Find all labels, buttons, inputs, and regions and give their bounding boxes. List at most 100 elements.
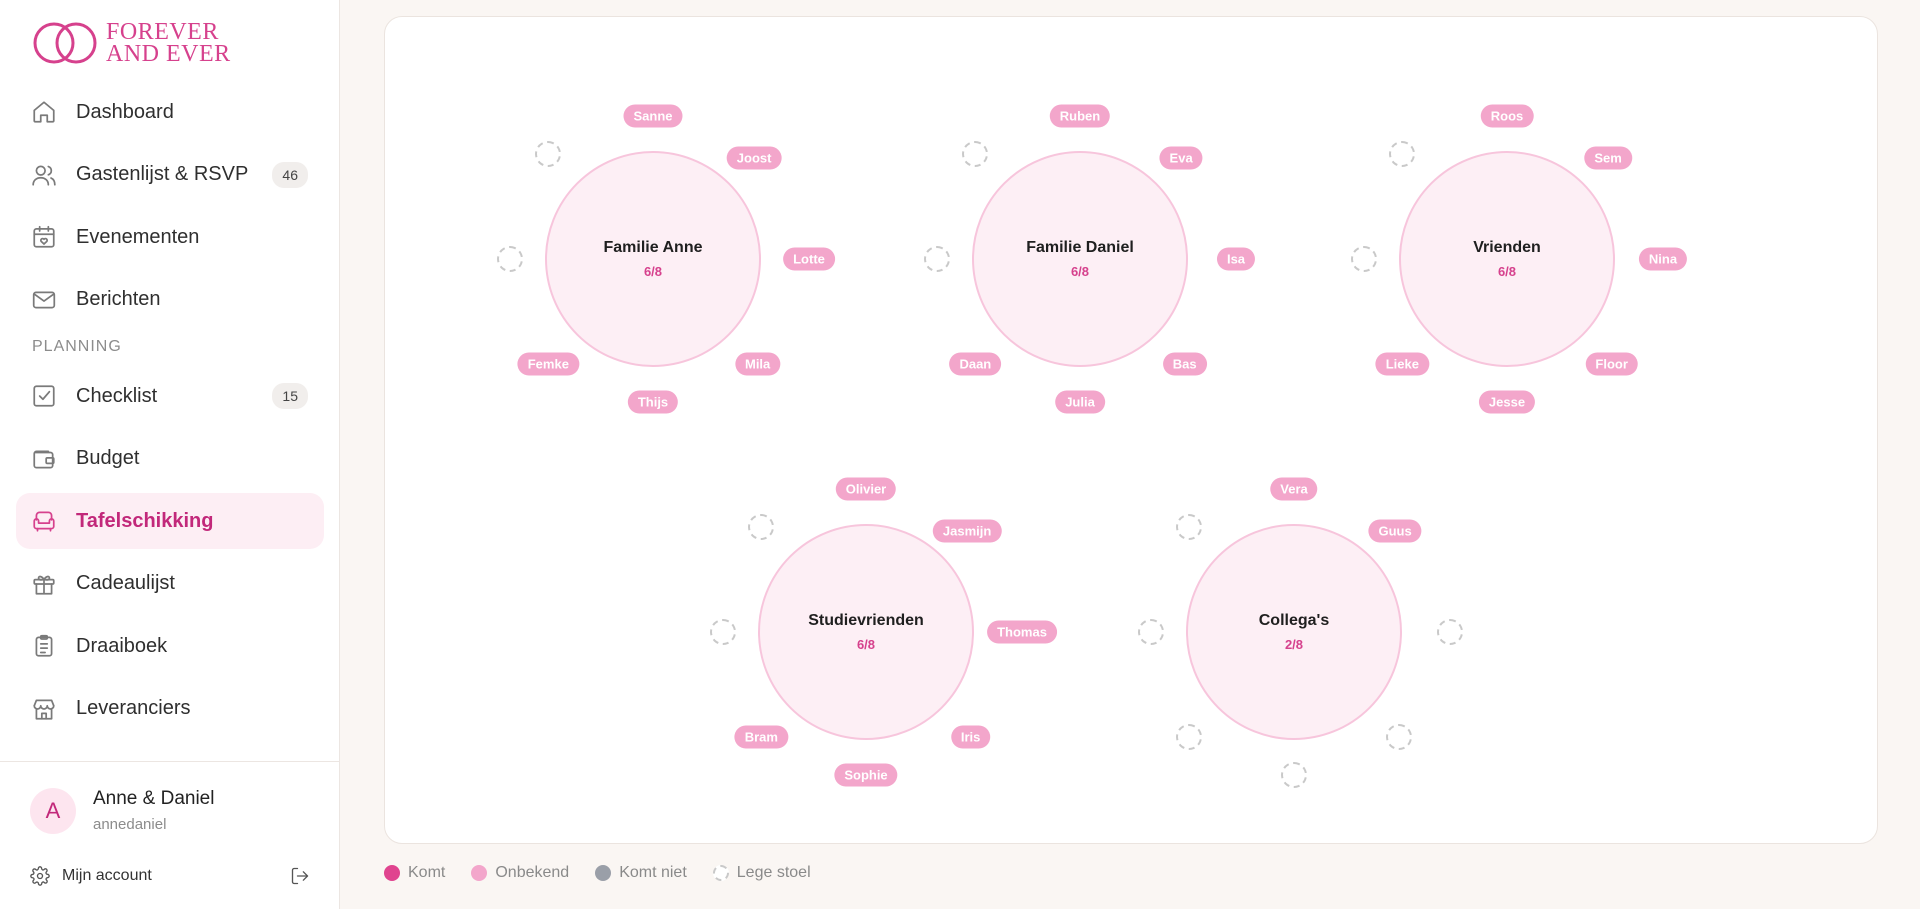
table-name: Studievrienden: [808, 612, 924, 629]
gear-icon: [30, 866, 50, 886]
user-name: Anne & Daniel: [93, 788, 215, 809]
brand-line-1: FOREVER: [106, 19, 219, 45]
nav-item-vendors[interactable]: Leveranciers: [16, 681, 324, 737]
seating-table[interactable]: Familie Daniel 6/8: [972, 151, 1188, 367]
empty-seat[interactable]: [748, 514, 775, 541]
nav-label: Checklist: [76, 384, 158, 407]
brand-logo[interactable]: FOREVER AND EVER: [30, 18, 231, 68]
legend-label: Komt: [408, 864, 446, 881]
users-icon: [30, 161, 58, 189]
nav-label: Berichten: [76, 288, 161, 310]
brand-name: FOREVER AND EVER: [106, 19, 231, 66]
table-seat-count: 6/8: [1497, 264, 1517, 279]
empty-seat[interactable]: [1385, 723, 1412, 750]
logout-button[interactable]: [290, 866, 310, 891]
empty-seat[interactable]: [924, 246, 950, 272]
seating-table[interactable]: Familie Anne 6/8: [545, 151, 761, 367]
mail-icon: [30, 286, 58, 314]
guest-seat[interactable]: Sem: [1584, 146, 1632, 170]
empty-seat[interactable]: [1281, 762, 1307, 788]
guest-seat[interactable]: Ruben: [1049, 104, 1111, 128]
guest-seat[interactable]: Roos: [1480, 104, 1534, 128]
guest-seat[interactable]: Olivier: [835, 477, 897, 501]
seating-table[interactable]: Collega's 2/8: [1186, 524, 1402, 740]
empty-seat[interactable]: [1351, 246, 1377, 272]
clipboard-icon: [30, 632, 58, 660]
guest-seat[interactable]: Jasmijn: [932, 519, 1002, 543]
guest-seat[interactable]: Sanne: [623, 104, 683, 128]
legend-item-lege-stoel: Lege stoel: [712, 864, 811, 882]
legend-dot-onbekend: [471, 865, 488, 881]
empty-seat[interactable]: [1176, 723, 1203, 750]
guest-seat[interactable]: Eva: [1159, 146, 1203, 170]
seating-canvas[interactable]: Familie Anne 6/8 Sanne Joost Lotte Mila Thijs F…: [384, 16, 1878, 844]
nav-item-giftlist[interactable]: Cadeaulijst: [16, 556, 324, 612]
empty-seat-icon: [712, 865, 729, 881]
home-icon: [30, 98, 58, 126]
nav-label: Leveranciers: [76, 697, 191, 719]
nav-label: Gastenlijst & RSVP: [76, 163, 249, 185]
my-account-label: Mijn account: [62, 867, 152, 884]
guest-seat[interactable]: Jesse: [1478, 390, 1536, 414]
guest-seat[interactable]: Lieke: [1375, 352, 1429, 376]
calendar-heart-icon: [30, 223, 58, 251]
guest-seat[interactable]: Guus: [1368, 519, 1422, 543]
guest-seat[interactable]: Isa: [1216, 247, 1256, 271]
guest-seat[interactable]: Bram: [734, 725, 788, 749]
table-seat-count: 6/8: [1070, 264, 1090, 279]
seating-table[interactable]: Vrienden 6/8: [1399, 151, 1615, 367]
nav-label: Dashboard: [76, 100, 174, 123]
nav-item-events[interactable]: Evenementen: [16, 209, 324, 265]
guest-seat[interactable]: Joost: [726, 146, 782, 170]
guest-seat[interactable]: Julia: [1055, 390, 1105, 414]
rings-icon: [33, 22, 97, 64]
sidebar: FOREVER AND EVER Dashboard Gastenlijst &…: [0, 0, 340, 909]
legend-item-komt-niet: Komt niet: [595, 864, 687, 882]
empty-seat[interactable]: [1138, 619, 1164, 645]
table-seat-count: 2/8: [1284, 637, 1304, 652]
store-icon: [30, 695, 58, 723]
guest-seat[interactable]: Thijs: [627, 390, 679, 414]
legend-item-onbekend: Onbekend: [471, 864, 569, 882]
legend-label: Onbekend: [495, 864, 570, 881]
table-seat-count: 6/8: [856, 637, 876, 652]
guest-seat[interactable]: Sophie: [834, 763, 898, 787]
guest-seat[interactable]: Femke: [517, 352, 579, 376]
nav-label: Tafelschikking: [76, 509, 214, 532]
nav-label: Cadeaulijst: [76, 572, 175, 594]
table-name: Vrienden: [1473, 239, 1541, 256]
table-name: Collega's: [1258, 612, 1330, 629]
planning-section-label: PLANNING: [32, 338, 122, 355]
seating-legend: Komt Onbekend Komt niet Lege stoel: [384, 864, 837, 882]
empty-seat[interactable]: [1389, 141, 1416, 168]
empty-seat[interactable]: [1437, 619, 1463, 645]
nav-item-guestlist[interactable]: Gastenlijst & RSVP 46: [16, 147, 324, 203]
guest-seat[interactable]: Iris: [950, 725, 991, 749]
nav-item-runsheet[interactable]: Draaiboek: [16, 618, 324, 674]
nav-item-dashboard[interactable]: Dashboard: [16, 84, 324, 140]
empty-seat[interactable]: [1176, 514, 1203, 541]
guest-seat[interactable]: Daan: [949, 352, 1002, 376]
nav-label: Evenementen: [76, 225, 200, 248]
avatar[interactable]: A: [30, 788, 76, 834]
my-account-link[interactable]: Mijn account: [30, 866, 152, 886]
nav-item-seating[interactable]: Tafelschikking: [16, 493, 324, 549]
wallet-icon: [30, 445, 58, 473]
guest-seat[interactable]: Vera: [1270, 477, 1318, 501]
empty-seat[interactable]: [962, 141, 989, 168]
nav-item-budget[interactable]: Budget: [16, 431, 324, 487]
guest-seat[interactable]: Mila: [734, 352, 781, 376]
empty-seat[interactable]: [535, 141, 562, 168]
guest-seat[interactable]: Bas: [1162, 352, 1207, 376]
nav-item-messages[interactable]: Berichten: [16, 272, 324, 328]
empty-seat[interactable]: [497, 246, 523, 272]
guest-count-badge: 46: [272, 161, 308, 188]
guest-seat[interactable]: Lotte: [783, 247, 835, 271]
legend-label: Komt niet: [619, 864, 687, 881]
guest-seat[interactable]: Nina: [1638, 247, 1688, 271]
empty-seat[interactable]: [710, 619, 736, 645]
guest-seat[interactable]: Thomas: [987, 620, 1057, 644]
seating-table[interactable]: Studievrienden 6/8: [758, 524, 974, 740]
guest-seat[interactable]: Floor: [1585, 352, 1638, 376]
nav-item-checklist[interactable]: Checklist 15: [16, 368, 324, 424]
